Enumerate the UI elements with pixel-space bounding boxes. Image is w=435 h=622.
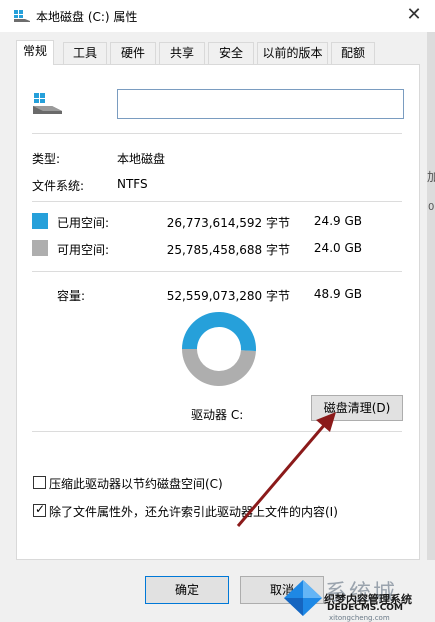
tab-tools[interactable]: 工具 <box>63 42 107 64</box>
capacity-label: 容量: <box>57 289 86 303</box>
free-space-bytes: 25,785,458,688 字节 <box>166 243 290 257</box>
watermark-url: xitongcheng.com <box>329 614 390 622</box>
title-bar: 本地磁盘 (C:) 属性 ✕ <box>0 0 435 32</box>
disk-usage-donut <box>182 311 256 386</box>
free-space-swatch <box>32 240 48 256</box>
compress-checkbox[interactable] <box>33 476 46 489</box>
tab-hardware[interactable]: 硬件 <box>110 42 156 64</box>
drive-letter-label: 驱动器 C: <box>191 408 244 422</box>
filesystem-value: NTFS <box>117 177 148 191</box>
drive-name-input[interactable] <box>117 89 404 119</box>
watermark-logo-icon <box>284 580 322 616</box>
window-title: 本地磁盘 (C:) 属性 <box>36 10 138 24</box>
free-space-label: 可用空间: <box>57 243 110 257</box>
divider <box>32 431 402 432</box>
ok-button[interactable]: 确定 <box>145 576 229 604</box>
index-checkbox[interactable]: ✓ <box>33 502 46 517</box>
used-space-size: 24.9 GB <box>313 214 362 228</box>
divider <box>32 271 402 272</box>
used-space-swatch <box>32 213 48 229</box>
tab-previous-versions[interactable]: 以前的版本 <box>257 42 328 64</box>
free-space-arc <box>182 349 256 386</box>
tab-security[interactable]: 安全 <box>208 42 254 64</box>
background-text: 加 <box>427 170 435 184</box>
divider <box>32 201 402 202</box>
tab-quota[interactable]: 配额 <box>331 42 375 64</box>
close-button[interactable]: ✕ <box>401 3 427 27</box>
drive-icon <box>14 10 30 22</box>
watermark-line3: DEDECMS.COM <box>327 603 403 613</box>
type-label: 类型: <box>32 152 61 166</box>
filesystem-label: 文件系统: <box>32 179 85 193</box>
background-window-edge <box>427 32 435 560</box>
used-space-label: 已用空间: <box>57 216 110 230</box>
used-space-bytes: 26,773,614,592 字节 <box>166 216 290 230</box>
capacity-size: 48.9 GB <box>313 287 362 301</box>
index-label[interactable]: 除了文件属性外，还允许索引此驱动器上文件的内容(I) <box>49 503 338 520</box>
capacity-bytes: 52,559,073,280 字节 <box>166 289 290 303</box>
tab-sharing[interactable]: 共享 <box>159 42 205 64</box>
free-space-size: 24.0 GB <box>313 241 362 255</box>
type-value: 本地磁盘 <box>117 152 166 166</box>
site-watermark: 系统城 织梦内容管理系统 DEDECMS.COM xitongcheng.com <box>282 574 435 622</box>
tab-general[interactable]: 常规 <box>16 40 54 65</box>
background-text: 0 <box>428 202 435 213</box>
compress-label[interactable]: 压缩此驱动器以节约磁盘空间(C) <box>49 475 223 492</box>
local-disk-icon <box>33 93 62 114</box>
used-space-arc <box>182 311 256 352</box>
divider <box>32 133 402 134</box>
disk-cleanup-button[interactable]: 磁盘清理(D) <box>311 395 403 421</box>
checkmark-icon: ✓ <box>35 502 46 516</box>
